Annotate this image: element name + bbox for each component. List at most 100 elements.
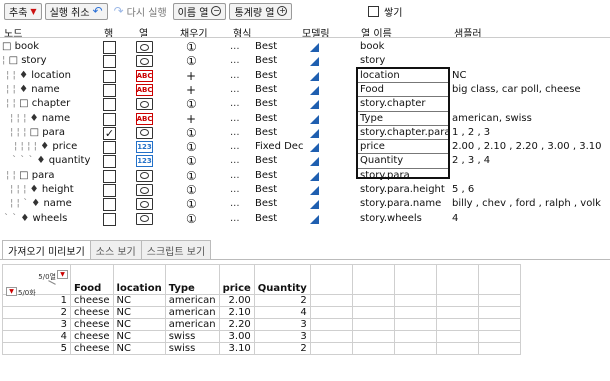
column-type-icon[interactable]: 123: [136, 141, 153, 154]
node-cell[interactable]: ¦ ¦ ¦ ¦ ♦ price: [2, 141, 77, 152]
column-name-field[interactable]: story.para: [360, 170, 410, 181]
column-type-icon[interactable]: [136, 212, 153, 225]
row-checkbox[interactable]: [103, 41, 116, 54]
name-column-button[interactable]: 이름 열 −: [172, 2, 227, 20]
modeling-continuous-icon[interactable]: [310, 171, 319, 181]
column-name-field[interactable]: story.para.name: [360, 198, 441, 209]
modeling-continuous-icon[interactable]: [310, 128, 319, 138]
undo-button[interactable]: 실행 취소 ↶: [44, 2, 108, 20]
modeling-continuous-icon[interactable]: [310, 85, 319, 95]
column-type-icon[interactable]: [136, 98, 153, 111]
stack-option[interactable]: 쌓기: [368, 4, 402, 19]
modeling-continuous-icon[interactable]: [310, 100, 319, 110]
fill-icon[interactable]: ①: [186, 54, 197, 68]
tree-row[interactable]: ¦ ¦ □ chapter ①... Best story.chapter: [0, 97, 610, 112]
fill-icon[interactable]: ①: [186, 140, 197, 154]
tab-0[interactable]: 가져오기 미리보기: [2, 240, 91, 259]
format-dots[interactable]: ...: [230, 98, 240, 109]
column-type-icon[interactable]: [136, 55, 153, 68]
column-name-field[interactable]: price: [360, 141, 385, 152]
row-checkbox[interactable]: [103, 55, 116, 69]
row-checkbox[interactable]: [103, 141, 116, 155]
fill-icon[interactable]: ①: [186, 197, 197, 211]
modeling-continuous-icon[interactable]: [310, 143, 319, 153]
node-cell[interactable]: ` ` ` ♦ quantity: [2, 155, 90, 166]
column-type-icon[interactable]: 123: [136, 155, 153, 168]
column-name-field[interactable]: story.wheels: [360, 213, 422, 224]
tree-row[interactable]: ` ` ` ♦ quantity 123 ①... Best Quantity 2 , 3…: [0, 154, 610, 169]
modeling-continuous-icon[interactable]: [310, 43, 319, 52]
add-dropdown-button[interactable]: 추축 ▼: [4, 2, 42, 20]
modeling-continuous-icon[interactable]: [310, 200, 319, 210]
column-type-icon[interactable]: [136, 126, 153, 139]
tree-row[interactable]: ¦ ¦ ♦ location ABC +... Best location NC: [0, 69, 610, 84]
column-type-icon[interactable]: [136, 184, 153, 196]
row-menu-icon[interactable]: ▼: [6, 287, 17, 296]
node-cell[interactable]: ¦ ¦ ¦ ♦ height: [2, 184, 74, 195]
tree-row[interactable]: ¦ ¦ ¦ ♦ name ABC +... Best Type american, swi…: [0, 112, 610, 127]
format-dots[interactable]: ...: [230, 55, 240, 66]
row-checkbox[interactable]: [103, 169, 116, 183]
format-dots[interactable]: ...: [230, 70, 240, 81]
column-name-field[interactable]: location: [360, 70, 400, 81]
tree-row[interactable]: ¦ ¦ □ para ①... Best story.para: [0, 169, 610, 184]
tab-2[interactable]: 스크립트 보기: [140, 240, 212, 259]
tab-1[interactable]: 소스 보기: [89, 240, 142, 259]
preview-col-header[interactable]: Food: [70, 264, 114, 295]
column-name-field[interactable]: Quantity: [360, 155, 403, 166]
fill-icon[interactable]: +: [186, 83, 196, 97]
tree-row[interactable]: ¦ ¦ ¦ ♦ height ①... Best story.para.height 5…: [0, 183, 610, 198]
row-checkbox[interactable]: [103, 212, 116, 226]
fill-icon[interactable]: ①: [186, 97, 197, 111]
row-checkbox[interactable]: ✓: [103, 126, 116, 140]
format-dots[interactable]: ...: [230, 141, 240, 152]
fill-icon[interactable]: ①: [186, 40, 197, 54]
row-checkbox[interactable]: [103, 198, 116, 212]
modeling-continuous-icon[interactable]: [310, 186, 319, 195]
row-checkbox[interactable]: [103, 112, 116, 126]
redo-button[interactable]: ↷ 다시 실행: [111, 3, 170, 20]
row-checkbox[interactable]: [103, 184, 116, 197]
preview-col-header[interactable]: Quantity: [253, 264, 311, 295]
node-cell[interactable]: ¦ ¦ □ para: [2, 170, 54, 181]
format-dots[interactable]: ...: [230, 41, 240, 52]
stack-checkbox[interactable]: [368, 6, 379, 17]
node-cell[interactable]: ¦ ¦ ¦ □ para: [2, 127, 65, 138]
tree-row[interactable]: ¦ ¦ ¦ ¦ ♦ price 123 ①... Fixed Dec price 2.00…: [0, 140, 610, 155]
format-dots[interactable]: ...: [230, 155, 240, 166]
fill-icon[interactable]: ①: [186, 154, 197, 168]
node-cell[interactable]: □ book: [2, 41, 39, 52]
format-dots[interactable]: ...: [230, 184, 240, 195]
row-checkbox[interactable]: [103, 83, 116, 97]
row-checkbox[interactable]: [103, 155, 116, 169]
column-type-icon[interactable]: ABC: [136, 112, 153, 125]
row-checkbox[interactable]: [103, 69, 116, 83]
node-cell[interactable]: ¦ ¦ ¦ ♦ name: [2, 113, 70, 124]
preview-col-header[interactable]: location: [112, 264, 166, 295]
column-type-icon[interactable]: [136, 198, 153, 211]
column-type-icon[interactable]: [136, 41, 153, 53]
format-dots[interactable]: ...: [230, 127, 240, 138]
tree-row[interactable]: □ book ①... Best book: [0, 40, 610, 55]
tree-row[interactable]: ¦ ¦ ♦ name ABC +... Best Food big class, car …: [0, 83, 610, 98]
node-cell[interactable]: ¦ ¦ ♦ location: [2, 70, 71, 81]
column-name-field[interactable]: story.para.height: [360, 184, 445, 195]
fill-icon[interactable]: ①: [186, 183, 197, 197]
modeling-continuous-icon[interactable]: [310, 71, 319, 81]
column-name-field[interactable]: story.chapter.para: [360, 127, 451, 138]
node-cell[interactable]: ¦ ¦ ` ♦ name: [2, 198, 72, 209]
fill-icon[interactable]: +: [186, 112, 196, 126]
column-name-field[interactable]: story.chapter: [360, 98, 426, 109]
node-cell[interactable]: ` ` ♦ wheels: [2, 213, 67, 224]
modeling-continuous-icon[interactable]: [310, 214, 319, 224]
preview-col-header[interactable]: price: [218, 264, 255, 295]
column-menu-icon[interactable]: ▼: [57, 270, 68, 279]
column-name-field[interactable]: story: [360, 55, 385, 66]
format-dots[interactable]: ...: [230, 213, 240, 224]
node-cell[interactable]: ¦ ¦ □ chapter: [2, 98, 70, 109]
format-dots[interactable]: ...: [230, 170, 240, 181]
fill-icon[interactable]: ①: [186, 169, 197, 183]
column-type-icon[interactable]: ABC: [136, 83, 153, 96]
modeling-continuous-icon[interactable]: [310, 57, 319, 67]
modeling-continuous-icon[interactable]: [310, 157, 319, 167]
